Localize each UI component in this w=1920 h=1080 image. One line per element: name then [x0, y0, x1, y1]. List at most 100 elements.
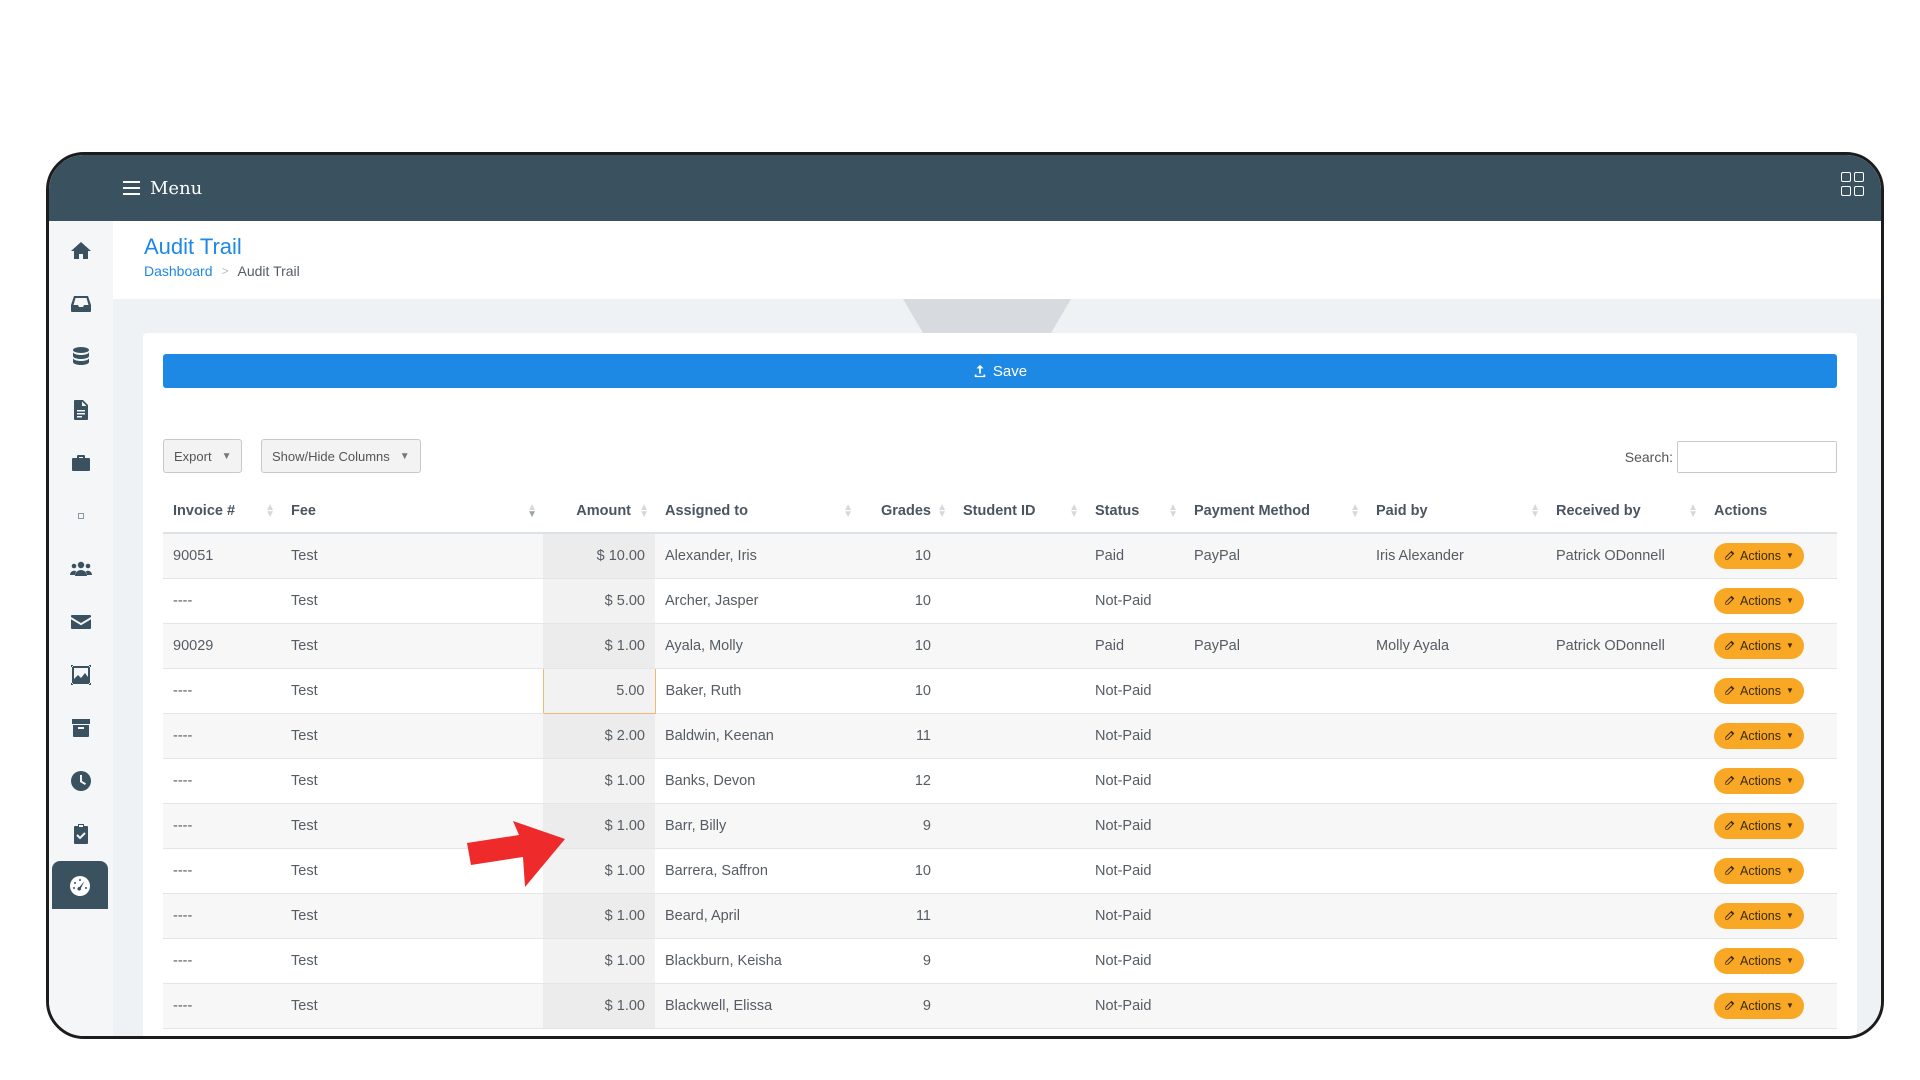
database-icon[interactable] — [61, 337, 101, 377]
document-icon[interactable] — [61, 390, 101, 430]
sort-icon[interactable]: ▲ ▼ — [1530, 503, 1540, 520]
app-window: Menu Audit Trail Dashboard > Audit Trail… — [46, 152, 1884, 1039]
cell-assigned: Beard, April — [655, 893, 859, 939]
cell-grades: 10 — [859, 578, 953, 624]
caret-down-icon: ▼ — [1786, 686, 1794, 695]
inbox-icon[interactable] — [61, 284, 101, 324]
dashboard-gauge-icon[interactable] — [52, 861, 108, 909]
clock-icon[interactable] — [61, 761, 101, 801]
col-assigned-to-header[interactable]: Assigned to ▲ ▼ — [655, 489, 859, 534]
search-input[interactable] — [1677, 441, 1837, 473]
col-received-by-header[interactable]: Received by ▲ ▼ — [1546, 489, 1704, 534]
cell-fee: Test — [281, 668, 543, 714]
cell-paid-by — [1366, 578, 1546, 624]
small-square-icon[interactable] — [61, 496, 101, 536]
pencil-icon — [1725, 820, 1735, 830]
row-actions-button[interactable]: Actions ▼ — [1714, 767, 1804, 794]
clipboard-check-icon[interactable] — [61, 814, 101, 854]
export-button[interactable]: Export ▼ — [163, 439, 243, 473]
cell-invoice: ---- — [163, 983, 281, 1029]
row-actions-button[interactable]: Actions ▼ — [1714, 677, 1804, 704]
cell-amount[interactable]: $ 1.00 — [543, 893, 655, 939]
col-amount-header[interactable]: Amount ▲ ▼ — [543, 489, 655, 534]
home-icon[interactable] — [61, 231, 101, 271]
cell-student-id — [953, 623, 1085, 669]
row-actions-button[interactable]: Actions ▼ — [1714, 722, 1804, 749]
cell-assigned: Baker, Ruth — [655, 668, 859, 714]
cell-grades: 11 — [859, 713, 953, 759]
col-actions-header[interactable]: Actions — [1704, 489, 1837, 534]
cell-amount[interactable]: $ 5.00 — [543, 578, 655, 624]
cell-amount[interactable]: $ 2.00 — [543, 713, 655, 759]
table-row: ---- Test $ 1.00 Beard, April 11 Not-Paid Acti… — [163, 893, 1837, 939]
pencil-icon — [1725, 865, 1735, 875]
cell-invoice: 90029 — [163, 623, 281, 669]
cell-amount[interactable]: $ 1.00 — [543, 983, 655, 1029]
cell-actions: Actions ▼ — [1704, 668, 1837, 714]
sort-icon[interactable]: ▲ ▼ — [265, 503, 275, 520]
sort-icon[interactable]: ▲ ▼ — [1688, 503, 1698, 520]
sort-icon[interactable]: ▲ ▼ — [1168, 503, 1178, 520]
cell-received-by — [1546, 848, 1704, 894]
sort-icon[interactable]: ▲ ▼ — [527, 503, 537, 520]
row-actions-button[interactable]: Actions ▼ — [1714, 812, 1804, 839]
cell-amount[interactable]: $ 10.00 — [543, 533, 655, 579]
breadcrumb-dashboard-link[interactable]: Dashboard — [144, 263, 213, 279]
cell-paid-by — [1366, 983, 1546, 1029]
row-actions-button[interactable]: Actions ▼ — [1714, 587, 1804, 614]
row-actions-button[interactable]: Actions ▼ — [1714, 857, 1804, 884]
cell-fee: Test — [281, 938, 543, 984]
briefcase-icon[interactable] — [61, 443, 101, 483]
export-label: Export — [174, 448, 212, 464]
actions-label: Actions — [1740, 908, 1781, 923]
cell-student-id — [953, 938, 1085, 984]
cell-paid-by — [1366, 758, 1546, 804]
row-actions-button[interactable]: Actions ▼ — [1714, 902, 1804, 929]
cell-assigned: Baldwin, Keenan — [655, 713, 859, 759]
apps-grid-icon[interactable] — [1841, 172, 1865, 196]
cell-actions: Actions ▼ — [1704, 578, 1837, 624]
cell-amount[interactable]: 5.00 — [542, 667, 656, 714]
col-payment-method-header[interactable]: Payment Method ▲ ▼ — [1184, 489, 1366, 534]
cell-amount[interactable]: $ 1.00 — [543, 623, 655, 669]
archive-icon[interactable] — [61, 708, 101, 748]
col-fee-header[interactable]: Fee ▲ ▼ — [281, 489, 543, 534]
decorative-tab-shape-center — [923, 299, 1051, 333]
cell-grades: 12 — [859, 758, 953, 804]
table-row: 90051 Test $ 10.00 Alexander, Iris 10 Paid Pay… — [163, 533, 1837, 579]
cell-paid-by: Molly Ayala — [1366, 623, 1546, 669]
pencil-icon — [1725, 775, 1735, 785]
cell-grades: 10 — [859, 623, 953, 669]
cell-assigned: Barr, Billy — [655, 803, 859, 849]
col-grades-header[interactable]: Grades ▲ ▼ — [859, 489, 953, 534]
pencil-icon — [1725, 685, 1735, 695]
users-icon[interactable] — [61, 549, 101, 589]
show-hide-columns-button[interactable]: Show/Hide Columns ▼ — [261, 439, 421, 473]
row-actions-button[interactable]: Actions ▼ — [1714, 947, 1804, 974]
col-invoice-header[interactable]: Invoice # ▲ ▼ — [163, 489, 281, 534]
row-actions-button[interactable]: Actions ▼ — [1714, 542, 1804, 569]
envelope-icon[interactable] — [61, 602, 101, 642]
sort-icon[interactable]: ▲ ▼ — [1350, 503, 1360, 520]
cell-received-by — [1546, 893, 1704, 939]
cell-amount[interactable]: $ 1.00 — [543, 938, 655, 984]
cell-grades: 9 — [859, 803, 953, 849]
sort-icon[interactable]: ▲ ▼ — [937, 503, 947, 520]
sort-icon[interactable]: ▲ ▼ — [843, 503, 853, 520]
menu-button[interactable]: Menu — [123, 173, 202, 203]
page-title: Audit Trail — [144, 234, 242, 259]
col-student-id-header[interactable]: Student ID ▲ ▼ — [953, 489, 1085, 534]
row-actions-button[interactable]: Actions ▼ — [1714, 632, 1804, 659]
sort-icon[interactable]: ▲ ▼ — [1069, 503, 1079, 520]
sort-icon[interactable]: ▲ ▼ — [639, 503, 649, 520]
save-button[interactable]: Save — [163, 354, 1837, 388]
col-paid-by-header[interactable]: Paid by ▲ ▼ — [1366, 489, 1546, 534]
col-status-header[interactable]: Status ▲ ▼ — [1085, 489, 1184, 534]
image-gallery-icon[interactable] — [61, 655, 101, 695]
cell-student-id — [953, 983, 1085, 1029]
cell-amount[interactable]: $ 1.00 — [543, 758, 655, 804]
cell-grades: 9 — [859, 938, 953, 984]
pencil-icon — [1725, 550, 1735, 560]
row-actions-button[interactable]: Actions ▼ — [1714, 992, 1804, 1019]
cell-status: Not-Paid — [1085, 578, 1184, 624]
